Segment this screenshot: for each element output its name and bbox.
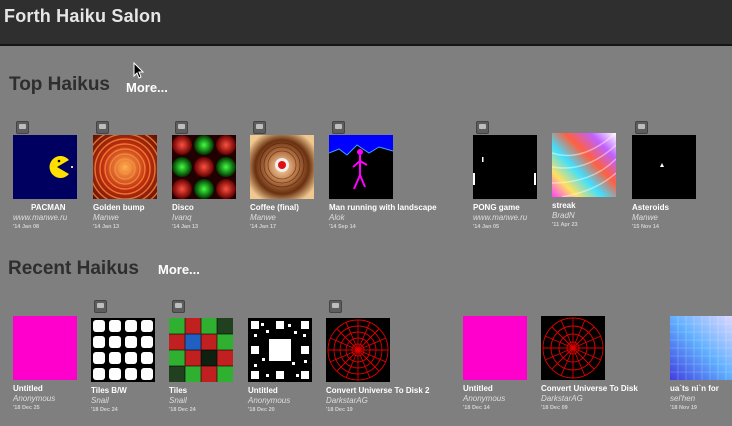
haiku-date: '18 Dec 24 — [169, 407, 196, 413]
recent-haikus-more-link[interactable]: More... — [158, 262, 200, 277]
haiku-author[interactable]: www.manwe.ru — [13, 213, 67, 222]
haiku-date: '14 Sep 14 — [329, 224, 356, 230]
top-haikus-more-link[interactable]: More... — [126, 80, 168, 95]
author-avatar-icon[interactable] — [175, 121, 188, 134]
haiku-title[interactable]: Asteroids — [632, 203, 732, 212]
haiku-thumbnail-disco[interactable] — [172, 135, 236, 199]
haiku-author[interactable]: Anonymous — [463, 394, 505, 403]
haiku-card: ua`ts ni`n for sel'hen '18 Nov 19 — [670, 302, 732, 422]
haiku-thumbnail-untitled-fractal[interactable] — [248, 318, 312, 382]
haiku-date: '14 Jan 08 — [13, 224, 40, 230]
haiku-thumbnail-pong[interactable] — [473, 135, 537, 199]
haiku-thumbnail-golden-bump[interactable] — [93, 135, 157, 199]
author-avatar-icon[interactable] — [635, 121, 648, 134]
haiku-date: '18 Dec 14 — [463, 405, 490, 411]
author-avatar-icon[interactable] — [94, 300, 107, 313]
haiku-date: '18 Dec 19 — [326, 407, 353, 413]
recent-haikus-heading: Recent Haikus — [8, 258, 139, 279]
author-avatar-icon[interactable] — [16, 121, 29, 134]
haiku-author[interactable]: DarkstarAG — [541, 394, 583, 403]
haiku-thumbnail-pacman[interactable] — [13, 135, 77, 199]
haiku-author[interactable]: Ivanq — [172, 213, 192, 222]
author-avatar-icon[interactable] — [172, 300, 185, 313]
haiku-date: '18 Dec 09 — [541, 405, 568, 411]
haiku-thumbnail-uats[interactable] — [670, 316, 732, 380]
haiku-date: '11 Apr 23 — [552, 222, 578, 228]
haiku-author[interactable]: BradN — [552, 211, 575, 220]
haiku-card: Asteroids Manwe '15 Nov 14 — [632, 121, 732, 241]
author-avatar-icon[interactable] — [96, 121, 109, 134]
haiku-date: '18 Dec 20 — [248, 407, 275, 413]
haiku-author[interactable]: Anonymous — [13, 394, 55, 403]
haiku-date: '15 Nov 14 — [632, 224, 659, 230]
haiku-card: Convert Universe To Disk 2 DarkstarAG '1… — [326, 300, 446, 424]
haiku-thumbnail-convert-universe-2[interactable] — [326, 318, 390, 382]
haiku-title[interactable]: ua`ts ni`n for — [670, 384, 732, 393]
author-avatar-icon[interactable] — [476, 121, 489, 134]
haiku-thumbnail-tiles-bw[interactable] — [91, 318, 155, 382]
haiku-thumbnail-streak[interactable] — [552, 133, 616, 197]
site-title[interactable]: Forth Haiku Salon — [4, 6, 161, 27]
haiku-thumbnail-man-running[interactable] — [329, 135, 393, 199]
haiku-title[interactable]: Convert Universe To Disk 2 — [326, 386, 486, 395]
mouse-cursor-icon — [133, 62, 145, 79]
haiku-author[interactable]: Manwe — [632, 213, 658, 222]
haiku-author[interactable]: Anonymous — [248, 396, 290, 405]
haiku-date: '18 Dec 24 — [91, 407, 118, 413]
haiku-thumbnail-asteroids[interactable] — [632, 135, 696, 199]
author-avatar-icon[interactable] — [329, 300, 342, 313]
haiku-date: '14 Jan 13 — [172, 224, 199, 230]
header-bar: Forth Haiku Salon — [0, 0, 732, 46]
author-avatar-icon[interactable] — [253, 121, 266, 134]
haiku-author[interactable]: www.manwe.ru — [473, 213, 527, 222]
haiku-card: Convert Universe To Disk DarkstarAG '18 … — [541, 302, 661, 422]
haiku-author[interactable]: DarkstarAG — [326, 396, 368, 405]
haiku-author[interactable]: Manwe — [93, 213, 119, 222]
haiku-date: '18 Dec 25 — [13, 405, 40, 411]
haiku-author[interactable]: Snail — [91, 396, 109, 405]
haiku-author[interactable]: Alok — [329, 213, 345, 222]
haiku-date: '14 Jan 05 — [473, 224, 500, 230]
haiku-card: Man running with landscape Alok '14 Sep … — [329, 121, 449, 241]
haiku-date: '14 Jan 13 — [93, 224, 120, 230]
author-avatar-icon[interactable] — [332, 121, 345, 134]
haiku-author[interactable]: Manwe — [250, 213, 276, 222]
haiku-author[interactable]: sel'hen — [670, 394, 695, 403]
haiku-thumbnail-coffee[interactable] — [250, 135, 314, 199]
haiku-date: '18 Nov 19 — [670, 405, 697, 411]
haiku-thumbnail-tiles[interactable] — [169, 318, 233, 382]
top-haikus-heading: Top Haikus — [9, 74, 110, 95]
haiku-author[interactable]: Snail — [169, 396, 187, 405]
haiku-thumbnail-untitled[interactable] — [463, 316, 527, 380]
haiku-thumbnail-untitled[interactable] — [13, 316, 77, 380]
haiku-date: '14 Jan 17 — [250, 224, 277, 230]
haiku-title[interactable]: Man running with landscape — [329, 203, 489, 212]
haiku-thumbnail-convert-universe[interactable] — [541, 316, 605, 380]
